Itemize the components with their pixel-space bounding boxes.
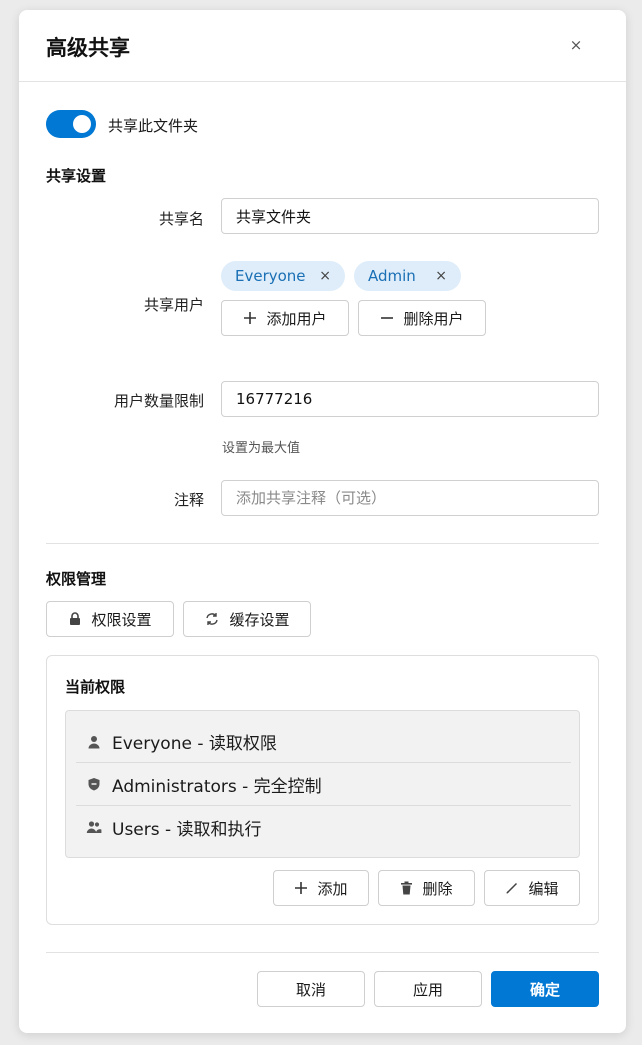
list-item[interactable]: Administrators - 完全控制 [76, 762, 571, 805]
close-icon[interactable]: × [565, 34, 587, 56]
list-item[interactable]: Users - 读取和执行 [76, 805, 571, 848]
dialog-title: 高级共享 [46, 36, 130, 60]
permission-entry-text: Administrators - 完全控制 [112, 776, 322, 797]
advanced-sharing-dialog: 高级共享 × 共享此文件夹 共享设置 共享名 共享用户 Everyone × A… [19, 10, 626, 1033]
permission-settings-button[interactable]: 权限设置 [46, 601, 174, 637]
share-folder-toggle[interactable] [46, 110, 96, 138]
add-permission-button[interactable]: 添加 [273, 870, 369, 906]
comment-input[interactable] [221, 480, 599, 516]
minus-icon [380, 311, 394, 325]
dialog-header: 高级共享 × [19, 10, 626, 82]
cache-settings-button[interactable]: 缓存设置 [183, 601, 311, 637]
share-name-input[interactable] [221, 198, 599, 234]
ok-label: 确定 [529, 980, 560, 999]
ok-button[interactable]: 确定 [491, 971, 599, 1007]
delete-permission-button[interactable]: 删除 [378, 870, 475, 906]
pencil-icon [505, 881, 519, 895]
permission-settings-label: 权限设置 [91, 610, 152, 629]
user-limit-label: 用户数量限制 [113, 392, 204, 410]
permission-entry-text: Everyone - 读取权限 [112, 734, 277, 754]
remove-user-button[interactable]: 删除用户 [358, 300, 486, 336]
chip-label: Everyone [235, 267, 306, 285]
cancel-label: 取消 [295, 980, 326, 999]
apply-label: 应用 [412, 980, 443, 999]
remove-chip-icon[interactable]: × [435, 261, 447, 291]
chip-label: Admin [368, 267, 416, 285]
edit-permission-button[interactable]: 编辑 [484, 870, 580, 906]
trash-icon [400, 881, 413, 895]
comment-label: 注释 [173, 491, 204, 509]
share-folder-label: 共享此文件夹 [108, 117, 199, 135]
current-permissions-title: 当前权限 [65, 678, 126, 696]
add-user-button[interactable]: 添加用户 [221, 300, 349, 336]
cache-settings-label: 缓存设置 [229, 610, 290, 629]
delete-permission-label: 删除 [422, 879, 453, 898]
apply-button[interactable]: 应用 [374, 971, 482, 1007]
edit-permission-label: 编辑 [528, 879, 559, 898]
user-chip-everyone: Everyone × [221, 261, 345, 291]
user-limit-hint: 设置为最大值 [222, 441, 301, 456]
shield-icon [76, 777, 112, 791]
remove-chip-icon[interactable]: × [319, 261, 331, 291]
plus-icon [243, 311, 257, 325]
permissions-list: Everyone - 读取权限 Administrators - 完全控制 Us… [65, 710, 580, 858]
user-chip-admin: Admin × [354, 261, 461, 291]
permissions-title: 权限管理 [46, 570, 107, 588]
add-user-label: 添加用户 [266, 309, 327, 328]
user-icon [76, 735, 112, 749]
share-users-label: 共享用户 [143, 296, 204, 314]
remove-user-label: 删除用户 [403, 309, 464, 328]
user-limit-input[interactable] [221, 381, 599, 417]
sync-icon [204, 612, 220, 626]
users-icon [76, 820, 112, 834]
lock-icon [68, 612, 82, 626]
list-item[interactable]: Everyone - 读取权限 [76, 720, 571, 763]
add-permission-label: 添加 [317, 879, 348, 898]
footer-divider [46, 952, 599, 953]
current-permissions-card: 当前权限 Everyone - 读取权限 Administrators - 完全… [46, 655, 599, 925]
plus-icon [294, 881, 308, 895]
share-settings-title: 共享设置 [46, 167, 107, 185]
permission-entry-text: Users - 读取和执行 [112, 819, 262, 840]
cancel-button[interactable]: 取消 [257, 971, 365, 1007]
share-name-label: 共享名 [158, 210, 204, 228]
toggle-knob [73, 115, 91, 133]
section-divider [46, 543, 599, 544]
